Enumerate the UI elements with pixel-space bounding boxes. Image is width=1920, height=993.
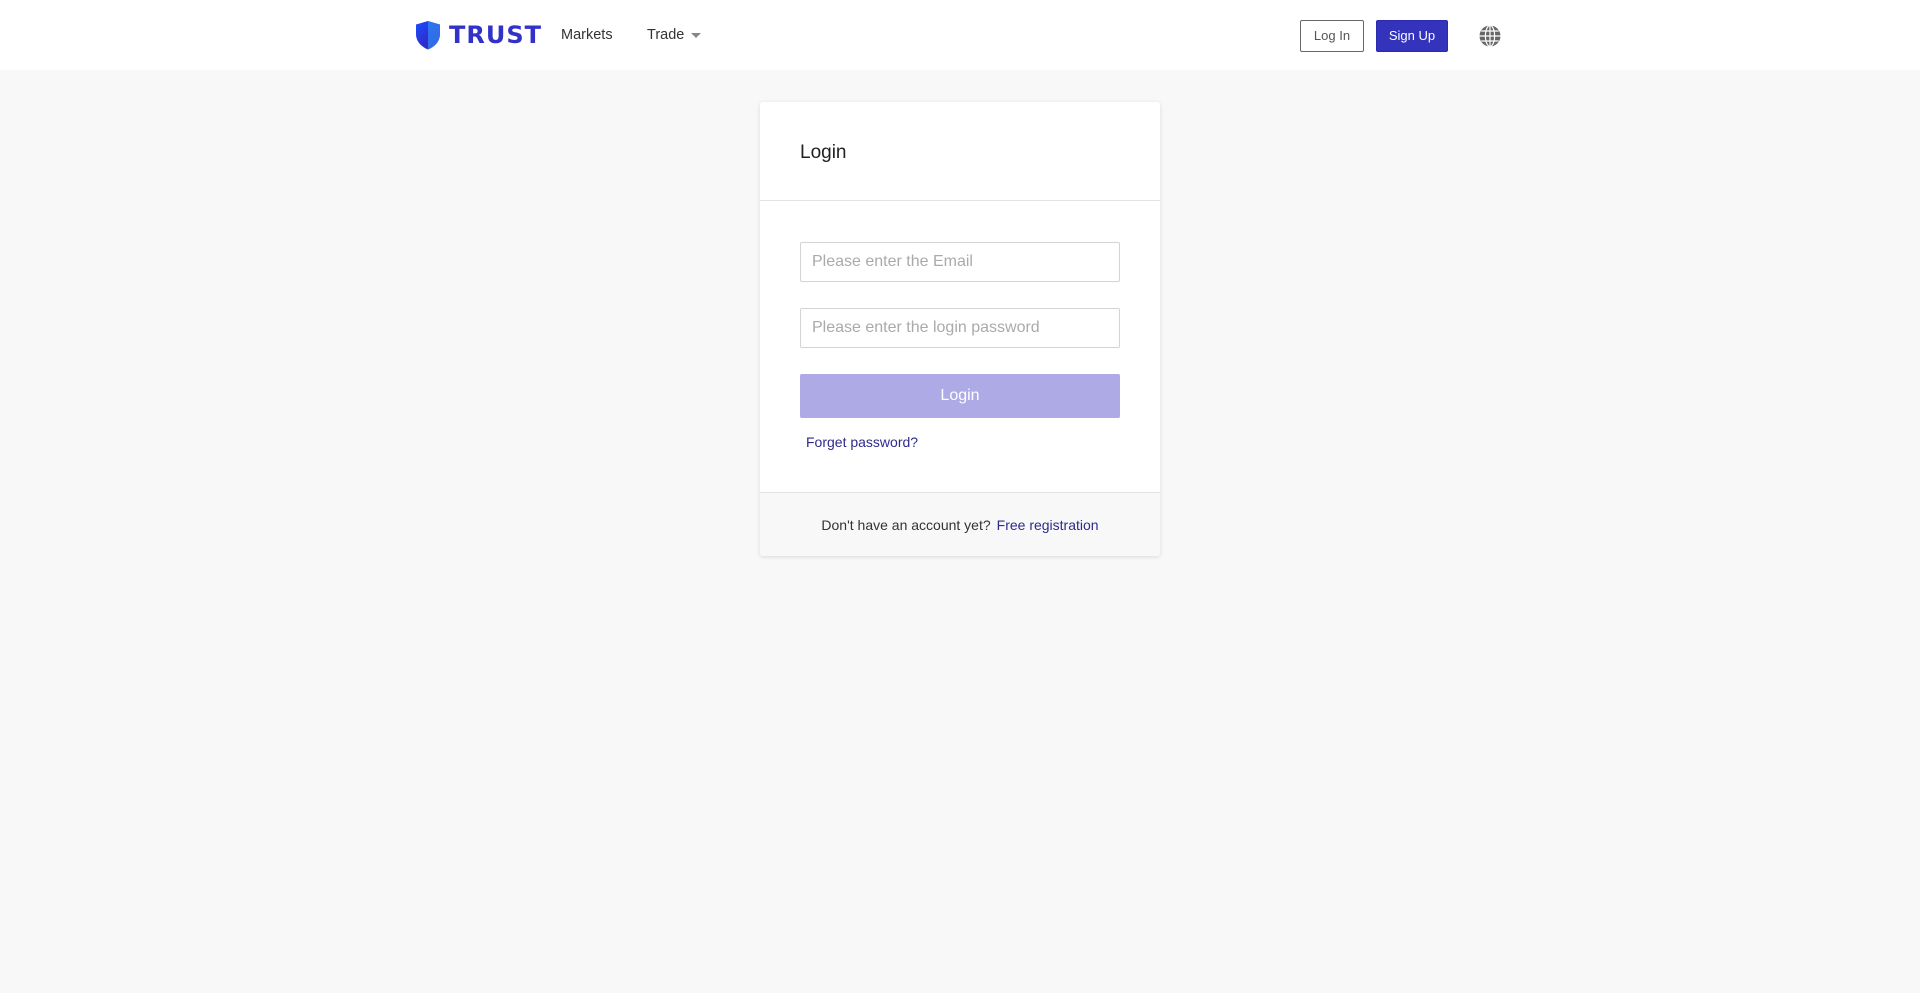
password-input[interactable]	[800, 308, 1120, 348]
email-input[interactable]	[800, 242, 1120, 282]
login-card-header: Login	[760, 102, 1160, 201]
trust-logo[interactable]: TRUST	[415, 20, 542, 50]
login-card: Login Login Forget password? Don't have …	[760, 102, 1160, 556]
header-login-button[interactable]: Log In	[1300, 20, 1364, 52]
nav-trade-label: Trade	[647, 27, 685, 43]
no-account-text: Don't have an account yet?	[821, 516, 991, 533]
free-registration-link[interactable]: Free registration	[997, 517, 1099, 533]
login-submit-button[interactable]: Login	[800, 374, 1120, 418]
login-title: Login	[800, 142, 847, 163]
shield-logo-icon	[416, 21, 440, 50]
nav-markets[interactable]: Markets	[561, 24, 613, 46]
logo-text: TRUST	[449, 21, 542, 49]
login-card-footer: Don't have an account yet? Free registra…	[760, 492, 1160, 556]
header-signup-button[interactable]: Sign Up	[1376, 20, 1448, 52]
top-header: TRUST Markets Trade Log In Sign Up	[0, 0, 1920, 70]
chevron-down-icon	[691, 32, 702, 38]
globe-icon[interactable]	[1478, 24, 1502, 48]
nav-trade[interactable]: Trade	[647, 24, 702, 46]
forget-password-link[interactable]: Forget password?	[806, 432, 918, 452]
